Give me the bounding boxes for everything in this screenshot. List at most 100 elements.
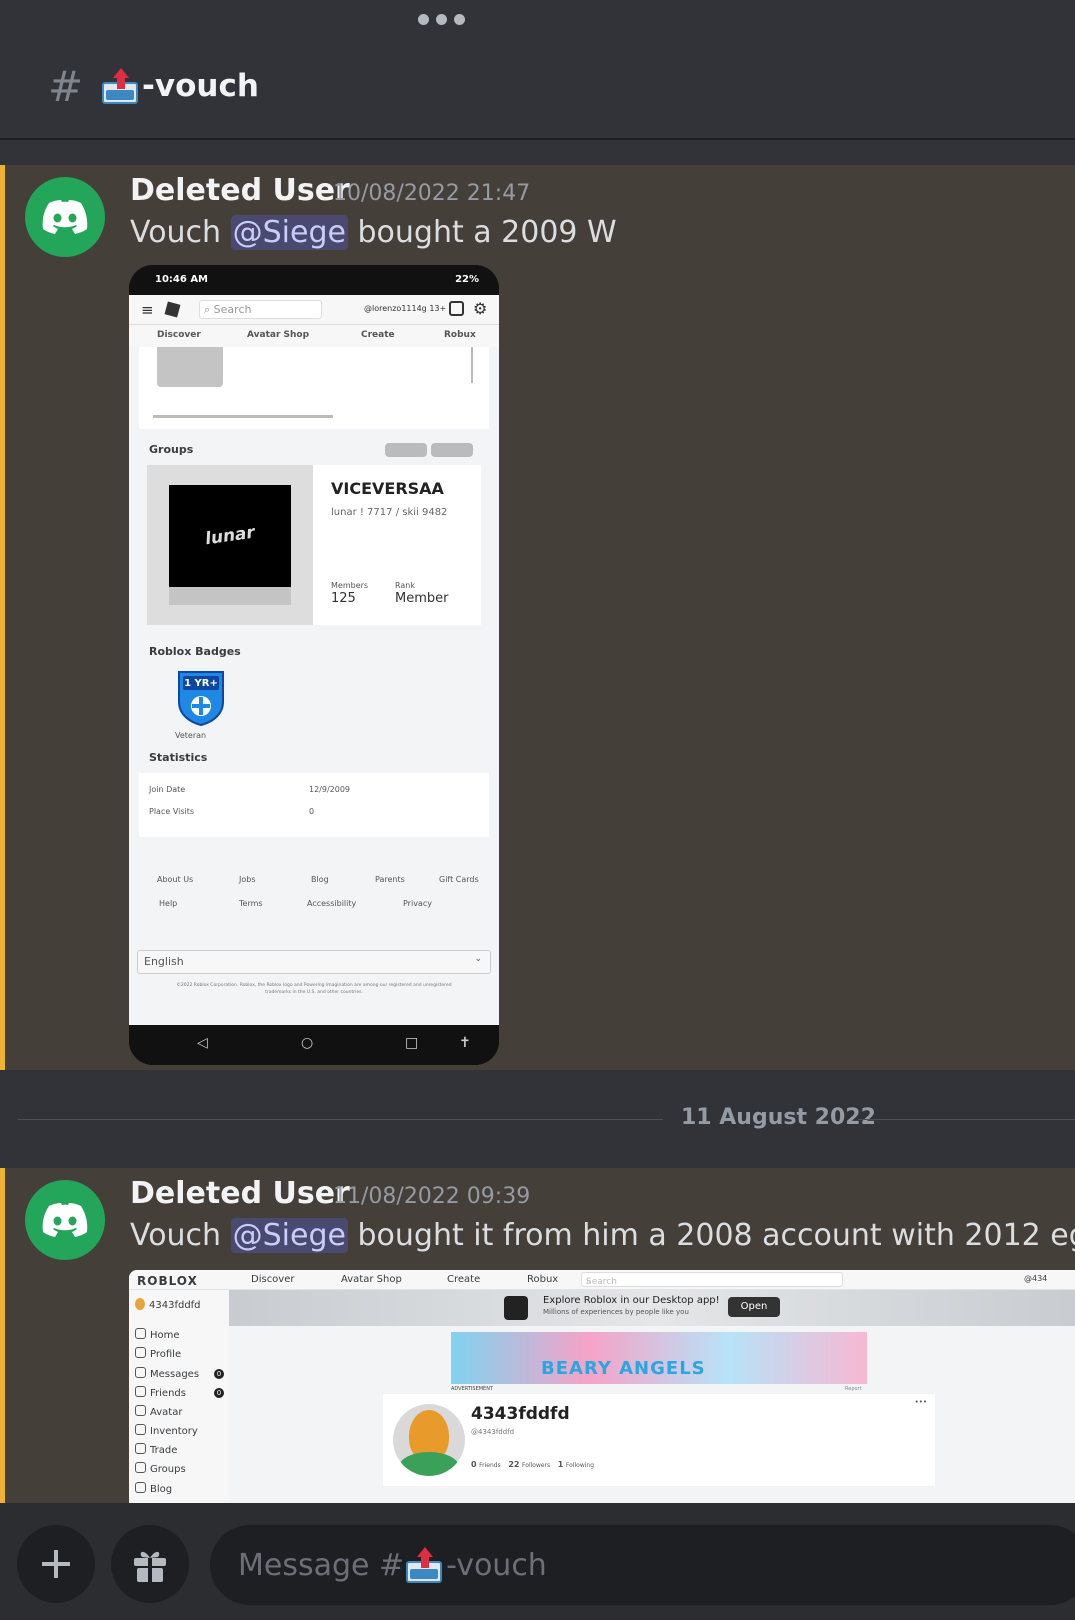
channel-hash-icon: # [48,62,84,111]
avatar-card [139,347,489,429]
group-image-panel: lunar [147,465,313,625]
home-icon [135,1328,146,1339]
avatar-icon [135,1405,146,1416]
input-placeholder-suffix: -vouch [446,1547,547,1583]
profile-handle: @4343fddfd [471,1428,515,1436]
sidebar-item-blog: Blog [135,1482,172,1495]
avatar-thumbnail [157,347,223,387]
inventory-icon [135,1424,146,1435]
scroll-track [153,415,333,418]
veteran-badge-icon: 1 YR+ [173,668,229,727]
channel-name: -vouch [142,68,259,104]
profile-avatar [393,1404,465,1476]
sidebar-item-inventory: Inventory [135,1424,198,1437]
group-card: lunar VICEVERSAA lunar ! 7717 / skii 948… [147,465,481,625]
discord-logo-icon [42,200,88,234]
user-avatar[interactable] [25,1180,105,1260]
profile-icon [135,1347,146,1358]
messages-badge: 0 [214,1369,224,1379]
phone-status-bar: 10:46 AM 22% [129,265,499,295]
search-icon: ⌕ [204,303,214,316]
plus-icon [42,1550,70,1578]
message-2[interactable]: Deleted User 11/08/2022 09:39 Vouch @Sie… [0,1168,1075,1503]
inbox-tray-icon [404,1545,444,1585]
user-mention[interactable]: @Siege [230,215,348,250]
group-description: lunar ! 7717 / skii 9482 [331,507,448,518]
gear-icon: ⚙ [473,299,488,318]
robux-icon [449,301,464,316]
tab-avatar-shop: Avatar Shop [247,330,310,340]
top-user: @434 [1024,1274,1048,1283]
sidebar-item-profile: Profile [135,1347,181,1360]
message-input[interactable]: Message # -vouch [210,1525,1075,1605]
discord-logo-icon [42,1203,88,1237]
avatar-egg-icon [135,1298,145,1310]
advertisement-banner: BEARY ANGELS [451,1332,867,1384]
accessibility-icon: ✝ [459,1035,471,1051]
group-name: VICEVERSAA [331,479,444,498]
user-mention[interactable]: @Siege [230,1218,348,1253]
grid-view-button [431,443,473,457]
profile-stats: 0 Friends 22 Followers 1 Following [471,1460,595,1469]
user-avatar[interactable] [25,177,105,257]
groups-title: Groups [149,443,194,456]
sidebar-item-home: Home [135,1328,180,1341]
roblox-topbar: ≡ ⌕ Search @lorenzo1114g 13+ ⚙ [129,295,499,325]
group-logo: lunar [169,485,291,587]
sidebar-item-avatar: Avatar [135,1405,182,1418]
message-text: bought a 2009 W [347,215,617,250]
recents-icon: □ [405,1035,419,1051]
groups-icon [135,1462,146,1473]
place-visits-value: 0 [309,807,315,816]
account-name: @lorenzo1114g 13+ [364,304,447,313]
ad-label: ADVERTISEMENT [451,1386,494,1392]
roblox-sidebar: 4343fddfd Home Profile Messages 0 Friend… [129,1290,229,1503]
open-app-button: Open [728,1297,780,1317]
phone-nav-bar: ◁ ○ □ ✝ [129,1025,499,1065]
roblox-logo-icon [164,301,181,318]
roblox-logo: ROBLOX [137,1274,198,1288]
tab-robux: Robux [444,330,476,340]
gift-button[interactable] [111,1525,189,1603]
search-input: ⌕ Search [581,1272,843,1287]
roblox-tabs: Discover Avatar Shop Create Robux [129,325,499,347]
home-icon: ○ [301,1035,314,1051]
scroll-indicator [471,347,473,383]
join-date-label: Join Date [149,785,186,794]
badges-title: Roblox Badges [149,645,241,658]
roblox-app-icon [504,1296,528,1320]
statistics-card: Join Date 12/9/2009 Place Visits 0 [139,773,489,837]
date-divider: 11 August 2022 [18,1105,1075,1135]
more-options-icon: ••• [914,1398,927,1406]
join-date-value: 12/9/2009 [309,785,351,794]
sidebar-item-groups: Groups [135,1462,186,1475]
message-1[interactable]: Deleted User 10/08/2022 21:47 Vouch @Sie… [0,165,1075,1070]
members-label: Members [331,581,369,590]
add-attachment-button[interactable] [17,1525,95,1603]
username[interactable]: Deleted User [130,1176,350,1211]
channel-title[interactable]: -vouch [100,66,259,106]
roblox-profile-screen: ≡ ⌕ Search @lorenzo1114g 13+ ⚙ Discover … [129,295,499,1025]
tab-create: Create [361,330,395,340]
gift-icon [134,1551,166,1582]
image-attachment[interactable]: 10:46 AM 22% ≡ ⌕ Search @lorenzo1114g 13… [129,265,499,1065]
timestamp: 10/08/2022 21:47 [333,181,531,206]
trade-icon [135,1443,146,1454]
members-value: 125 [331,591,356,606]
message-content: Vouch @Siege bought a 2009 W [130,215,617,250]
username[interactable]: Deleted User [130,173,350,208]
slideshow-view-button [385,443,427,457]
badge-name: Veteran [175,731,207,740]
date-divider-text: 11 August 2022 [681,1105,876,1130]
profile-name: 4343fddfd [471,1404,570,1424]
place-visits-label: Place Visits [149,807,195,816]
channel-header: # -vouch [0,0,1075,140]
search-placeholder: Search [213,303,252,316]
statistics-title: Statistics [149,751,208,764]
sidebar-item-messages: Messages [135,1367,199,1380]
message-text: Vouch [130,215,231,250]
drag-handle-dots[interactable] [418,14,465,25]
timestamp: 11/08/2022 09:39 [333,1184,531,1209]
image-attachment[interactable]: ROBLOX Discover Avatar Shop Create Robux… [129,1270,1075,1503]
friends-badge: 0 [214,1388,224,1398]
